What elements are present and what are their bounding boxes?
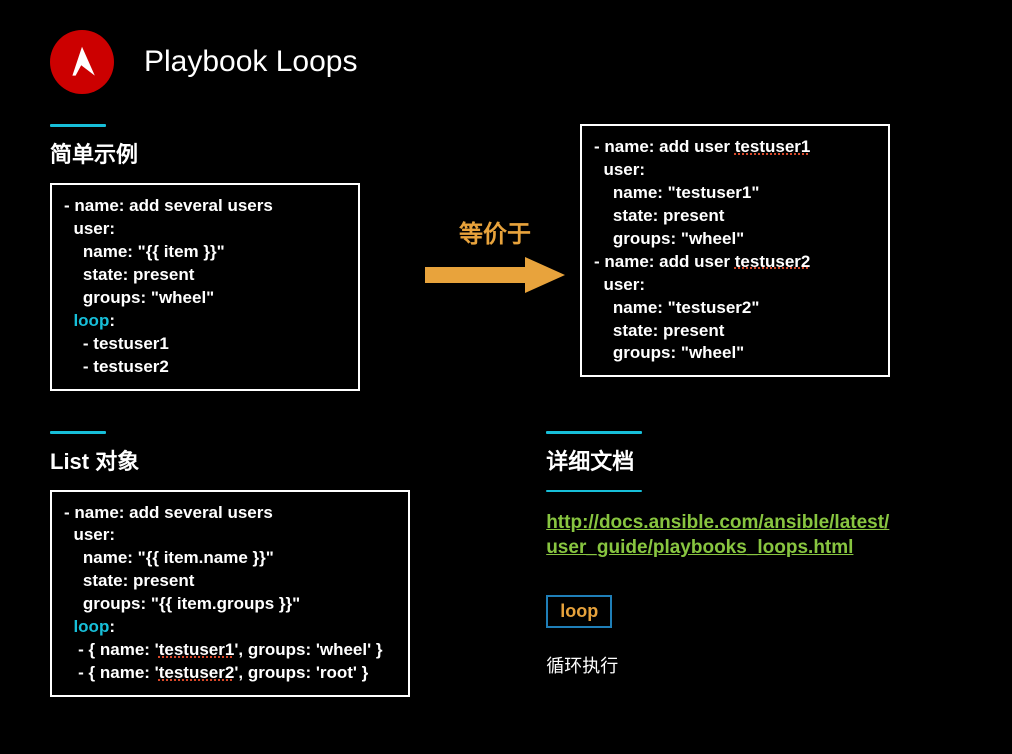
header: Playbook Loops bbox=[50, 30, 962, 94]
code-line: - name: add user bbox=[594, 252, 735, 271]
code-line: : bbox=[109, 311, 115, 330]
code-line: name: "{{ item }}" bbox=[64, 242, 225, 261]
code-line: - testuser2 bbox=[64, 357, 169, 376]
code-line: testuser1 bbox=[159, 640, 235, 659]
link-text-line: user_guide/playbooks_loops.html bbox=[546, 537, 853, 558]
code-line: testuser1 bbox=[735, 137, 811, 156]
code-box-expanded: - name: add user testuser1 user: name: "… bbox=[580, 124, 890, 377]
code-line: name: "testuser1" bbox=[594, 183, 759, 202]
code-line: - testuser1 bbox=[64, 334, 169, 353]
code-line: state: present bbox=[64, 571, 194, 590]
ansible-logo-icon bbox=[50, 30, 114, 94]
code-line: user: bbox=[64, 219, 115, 238]
col-simple-right: - name: add user testuser1 user: name: "… bbox=[580, 124, 900, 377]
code-line: state: present bbox=[594, 321, 724, 340]
section-simple-label: 简单示例 bbox=[50, 137, 410, 169]
code-line: - name: add several users bbox=[64, 196, 273, 215]
code-line: groups: "{{ item.groups }}" bbox=[64, 594, 300, 613]
col-list-object: List 对象 - name: add several users user: … bbox=[50, 431, 426, 698]
accent-line bbox=[546, 490, 642, 492]
code-line: : bbox=[109, 617, 115, 636]
code-line: name: "{{ item.name }}" bbox=[64, 548, 274, 567]
slide: Playbook Loops 简单示例 - name: add several … bbox=[0, 0, 1012, 754]
code-line: testuser2 bbox=[735, 252, 811, 271]
code-line: - name: add several users bbox=[64, 503, 273, 522]
arrow-right-icon bbox=[425, 255, 565, 295]
code-line: state: present bbox=[64, 265, 194, 284]
equiv-label: 等价于 bbox=[459, 214, 531, 249]
loop-keyword: loop bbox=[64, 617, 109, 636]
col-docs: 详细文档 http://docs.ansible.com/ansible/lat… bbox=[546, 431, 962, 678]
section-list-label: List 对象 bbox=[50, 444, 426, 476]
code-line: ', groups: 'wheel' } bbox=[234, 640, 382, 659]
code-line: testuser2 bbox=[159, 663, 235, 682]
code-line: user: bbox=[64, 525, 115, 544]
row-bottom: List 对象 - name: add several users user: … bbox=[50, 431, 962, 698]
docs-link[interactable]: http://docs.ansible.com/ansible/latest/u… bbox=[546, 512, 889, 559]
accent-line bbox=[50, 124, 106, 127]
loop-keyword: loop bbox=[64, 311, 109, 330]
code-line: groups: "wheel" bbox=[594, 343, 744, 362]
code-line: state: present bbox=[594, 206, 724, 225]
code-box-list-object: - name: add several users user: name: "{… bbox=[50, 490, 410, 698]
code-line: groups: "wheel" bbox=[594, 229, 744, 248]
loop-badge: loop bbox=[546, 595, 612, 628]
accent-line bbox=[546, 431, 642, 434]
code-line: - { name: ' bbox=[64, 663, 159, 682]
col-simple-left: 简单示例 - name: add several users user: nam… bbox=[50, 124, 410, 391]
row-simple-example: 简单示例 - name: add several users user: nam… bbox=[50, 124, 962, 391]
page-title: Playbook Loops bbox=[144, 45, 358, 79]
loop-description: 循环执行 bbox=[546, 652, 962, 678]
code-line: user: bbox=[594, 160, 645, 179]
docs-link-block: http://docs.ansible.com/ansible/latest/u… bbox=[546, 510, 962, 561]
accent-line bbox=[50, 431, 106, 434]
section-docs-label: 详细文档 bbox=[546, 444, 962, 476]
code-line: groups: "wheel" bbox=[64, 288, 214, 307]
code-line: - { name: ' bbox=[64, 640, 159, 659]
code-box-simple-loop: - name: add several users user: name: "{… bbox=[50, 183, 360, 391]
code-line: name: "testuser2" bbox=[594, 298, 759, 317]
code-line: - name: add user bbox=[594, 137, 735, 156]
code-line: user: bbox=[594, 275, 645, 294]
col-equiv: 等价于 bbox=[410, 124, 580, 295]
link-text-line: http://docs.ansible.com/ansible/latest/ bbox=[546, 512, 889, 533]
code-line: ', groups: 'root' } bbox=[234, 663, 368, 682]
